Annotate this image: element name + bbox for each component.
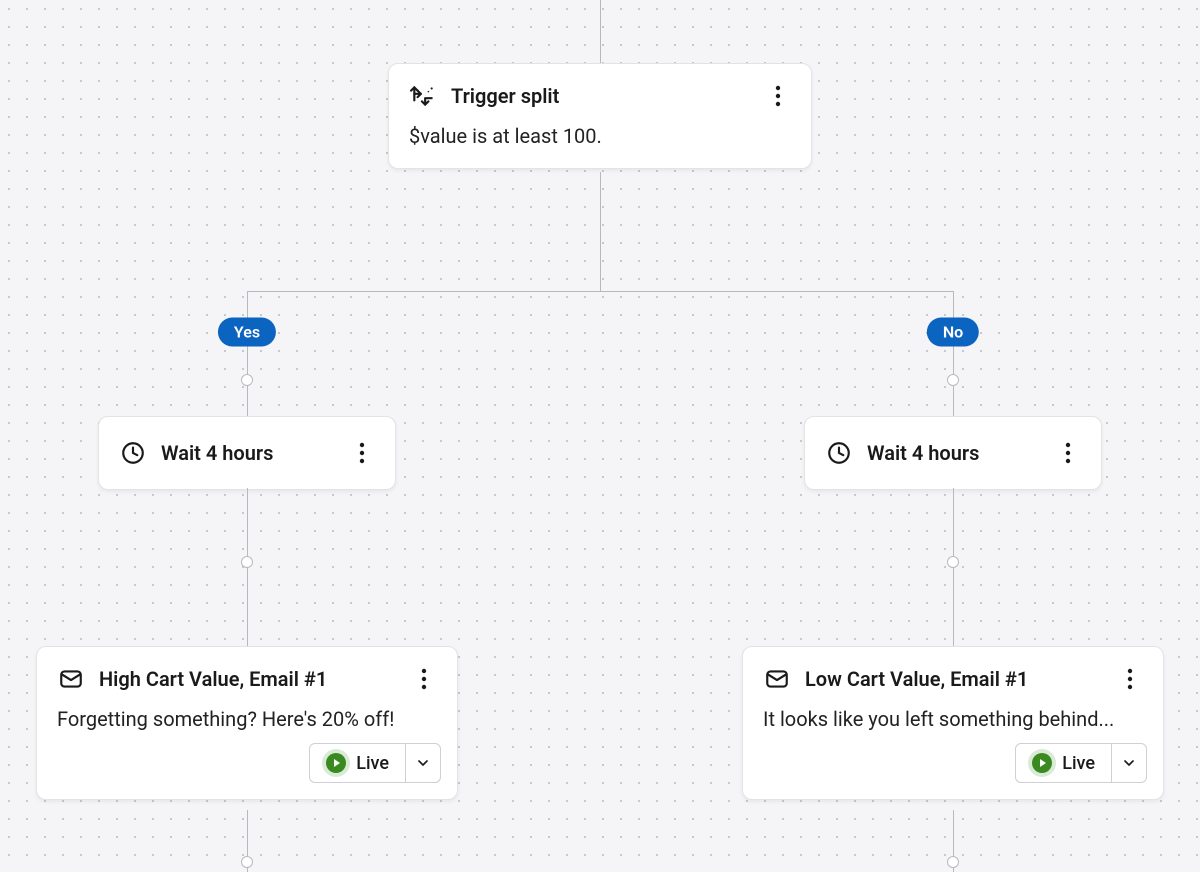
clock-icon [119, 439, 147, 467]
branch-no-badge: No [927, 318, 979, 347]
status-dropdown[interactable]: Live [309, 743, 441, 783]
node-menu-button[interactable] [411, 668, 437, 690]
connector-dot [947, 374, 959, 386]
wait-node-yes[interactable]: Wait 4 hours [98, 416, 396, 490]
wait-title: Wait 4 hours [867, 441, 1055, 465]
email-title: Low Cart Value, Email #1 [805, 667, 1117, 691]
live-status-icon [326, 753, 346, 773]
connector-line [953, 291, 954, 416]
clock-icon [825, 439, 853, 467]
node-menu-button[interactable] [349, 442, 375, 464]
trigger-split-node[interactable]: Trigger split $value is at least 100. [388, 63, 812, 169]
flow-canvas[interactable]: Trigger split $value is at least 100. Ye… [0, 0, 1200, 872]
status-label: Live [1062, 753, 1095, 774]
email-icon [763, 665, 791, 693]
trigger-condition: $value is at least 100. [389, 110, 811, 168]
connector-line [600, 0, 601, 63]
email-node-yes[interactable]: High Cart Value, Email #1 Forgetting som… [36, 646, 458, 800]
wait-node-no[interactable]: Wait 4 hours [804, 416, 1102, 490]
connector-dot [947, 556, 959, 568]
connector-line [247, 291, 953, 292]
live-status-icon [1032, 753, 1052, 773]
node-menu-button[interactable] [1055, 442, 1081, 464]
chevron-down-icon [1112, 755, 1146, 771]
connector-dot [947, 856, 959, 868]
email-icon [57, 665, 85, 693]
email-preview: It looks like you left something behind.… [743, 693, 1163, 743]
chevron-down-icon [406, 755, 440, 771]
wait-title: Wait 4 hours [161, 441, 349, 465]
email-preview: Forgetting something? Here's 20% off! [37, 693, 457, 743]
connector-line [600, 172, 601, 291]
trigger-title: Trigger split [451, 84, 765, 108]
status-label: Live [356, 753, 389, 774]
status-dropdown[interactable]: Live [1015, 743, 1147, 783]
connector-dot [241, 374, 253, 386]
node-menu-button[interactable] [765, 85, 791, 107]
email-node-no[interactable]: Low Cart Value, Email #1 It looks like y… [742, 646, 1164, 800]
connector-line [247, 291, 248, 416]
node-menu-button[interactable] [1117, 668, 1143, 690]
split-icon [409, 82, 437, 110]
email-title: High Cart Value, Email #1 [99, 667, 411, 691]
connector-dot [241, 856, 253, 868]
branch-yes-badge: Yes [218, 318, 276, 347]
connector-dot [241, 556, 253, 568]
